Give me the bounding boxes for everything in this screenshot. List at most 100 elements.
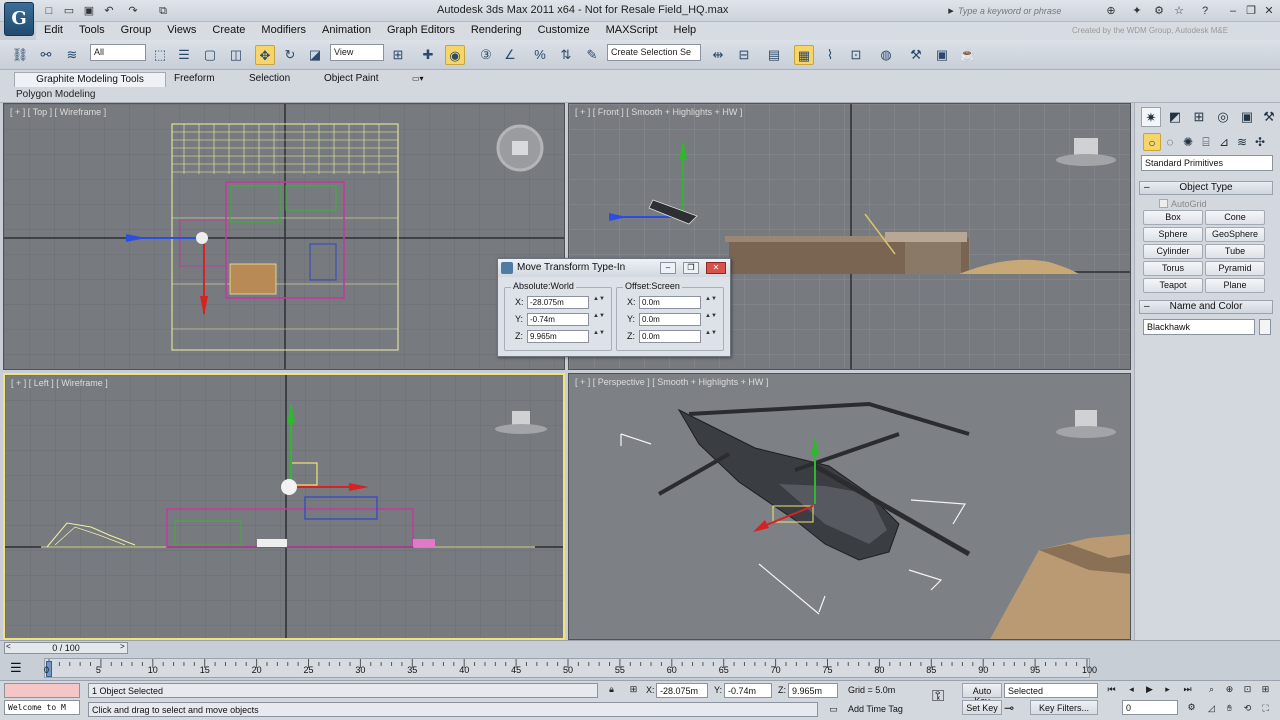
menu-group[interactable]: Group xyxy=(113,22,160,36)
menu-edit[interactable]: Edit xyxy=(36,22,71,36)
close-icon[interactable]: ✕ xyxy=(1262,4,1276,18)
select-object-icon[interactable]: ⬚ xyxy=(150,45,170,65)
menu-create[interactable]: Create xyxy=(204,22,253,36)
box-button[interactable]: Box xyxy=(1143,210,1203,225)
off-z-field[interactable]: 0.0m xyxy=(639,330,701,343)
abs-z-spinner[interactable]: ▲▼ xyxy=(593,330,605,343)
set-key-icon[interactable]: ⊸ xyxy=(1004,701,1014,715)
menu-customize[interactable]: Customize xyxy=(530,22,598,36)
off-y-field[interactable]: 0.0m xyxy=(639,313,701,326)
default-key-icon[interactable]: ⚿ xyxy=(932,688,944,706)
go-to-end-icon[interactable]: ⏭ xyxy=(1180,683,1195,696)
cone-button[interactable]: Cone xyxy=(1205,210,1265,225)
torus-button[interactable]: Torus xyxy=(1143,261,1203,276)
orbit-icon[interactable]: ⟲ xyxy=(1240,702,1255,715)
menu-views[interactable]: Views xyxy=(159,22,204,36)
menu-rendering[interactable]: Rendering xyxy=(463,22,530,36)
zoom-extents-all-icon[interactable]: ⊞ xyxy=(1258,683,1273,696)
menu-graph-editors[interactable]: Graph Editors xyxy=(379,22,463,36)
modify-tab-icon[interactable]: ◩ xyxy=(1165,107,1185,127)
viewport-label-left[interactable]: [ + ] [ Left ] [ Wireframe ] xyxy=(11,378,108,388)
tab-object-paint[interactable]: Object Paint xyxy=(318,72,384,87)
object-name-field[interactable]: Blackhawk xyxy=(1143,319,1255,335)
dialog-close-button[interactable]: ✕ xyxy=(706,262,726,274)
time-slider[interactable]: 0 / 100 xyxy=(4,642,128,654)
communication-center-icon[interactable]: ✦ xyxy=(1130,4,1144,18)
favorites-star-icon[interactable]: ☆ xyxy=(1172,4,1186,18)
lock-selection-icon[interactable]: 🔒︎ xyxy=(604,683,619,696)
select-and-link-icon[interactable]: ⛓ xyxy=(10,45,30,65)
manipulate-icon[interactable]: ✚ xyxy=(418,45,438,65)
search-input[interactable]: Type a keyword or phrase xyxy=(954,4,1094,20)
plane-button[interactable]: Plane xyxy=(1205,278,1265,293)
abs-y-spinner[interactable]: ▲▼ xyxy=(593,313,605,326)
ribbon-panel-label[interactable]: Polygon Modeling xyxy=(16,89,96,100)
off-z-spinner[interactable]: ▲▼ xyxy=(705,330,717,343)
sphere-button[interactable]: Sphere xyxy=(1143,227,1203,242)
autogrid-checkbox[interactable] xyxy=(1159,199,1168,208)
viewport-top[interactable]: [ + ] [ Top ] [ Wireframe ] xyxy=(3,103,565,370)
tab-selection[interactable]: Selection xyxy=(243,72,296,87)
restore-icon[interactable]: ❐ xyxy=(1244,4,1258,18)
pan-icon[interactable]: ✋︎ xyxy=(1222,702,1237,715)
absolute-mode-icon[interactable]: ⊞ xyxy=(626,683,641,696)
abs-y-field[interactable]: -0.74m xyxy=(527,313,589,326)
menu-tools[interactable]: Tools xyxy=(71,22,113,36)
menu-help[interactable]: Help xyxy=(666,22,705,36)
open-file-icon[interactable]: ▭ xyxy=(62,4,76,18)
rectangular-selection-icon[interactable]: ▢ xyxy=(200,45,220,65)
undo-icon[interactable]: ↶ xyxy=(102,4,116,18)
graphite-toggle-icon[interactable]: ▦ xyxy=(794,45,814,65)
viewport-left[interactable]: [ + ] [ Left ] [ Wireframe ] xyxy=(3,373,565,640)
selection-filter-dropdown[interactable]: All xyxy=(90,44,146,61)
window-crossing-icon[interactable]: ◫ xyxy=(226,45,246,65)
cylinder-button[interactable]: Cylinder xyxy=(1143,244,1203,259)
status-z-field[interactable]: 9.965m xyxy=(788,683,838,698)
off-x-spinner[interactable]: ▲▼ xyxy=(705,296,717,309)
menu-maxscript[interactable]: MAXScript xyxy=(598,22,666,36)
name-and-color-rollout[interactable]: – Name and Color xyxy=(1139,300,1273,314)
maxscript-listener[interactable]: Welcome to M xyxy=(4,700,80,715)
subscription-icon[interactable]: ⚙ xyxy=(1152,4,1166,18)
off-y-spinner[interactable]: ▲▼ xyxy=(705,313,717,326)
help-icon[interactable]: ? xyxy=(1198,4,1212,18)
status-y-field[interactable]: -0.74m xyxy=(724,683,772,698)
abs-z-field[interactable]: 9.965m xyxy=(527,330,589,343)
space-warps-icon[interactable]: ≋ xyxy=(1233,133,1251,151)
curve-editor-icon[interactable]: ⌇ xyxy=(820,45,840,65)
hierarchy-tab-icon[interactable]: ⊞ xyxy=(1189,107,1209,127)
minimize-icon[interactable]: – xyxy=(1226,4,1240,18)
create-tab-icon[interactable]: ✷ xyxy=(1141,107,1161,127)
tube-button[interactable]: Tube xyxy=(1205,244,1265,259)
current-frame-field[interactable]: 0 xyxy=(1122,700,1178,715)
cameras-icon[interactable]: ⌸ xyxy=(1197,133,1215,151)
time-tag-icon[interactable]: ▭ xyxy=(826,703,841,716)
display-tab-icon[interactable]: ▣ xyxy=(1237,107,1257,127)
pyramid-button[interactable]: Pyramid xyxy=(1205,261,1265,276)
geometry-icon[interactable]: ○ xyxy=(1143,133,1161,151)
status-x-field[interactable]: -28.075m xyxy=(656,683,708,698)
set-key-button[interactable]: Set Key xyxy=(962,700,1002,715)
key-mode-dropdown[interactable]: Selected xyxy=(1004,683,1098,698)
select-and-scale-icon[interactable]: ◪ xyxy=(305,45,325,65)
geosphere-button[interactable]: GeoSphere xyxy=(1205,227,1265,242)
tab-freeform[interactable]: Freeform xyxy=(168,72,221,87)
render-setup-icon[interactable]: ⚒ xyxy=(906,45,926,65)
dialog-restore-button[interactable]: ❐ xyxy=(683,262,699,274)
unlink-icon[interactable]: ⚯ xyxy=(36,45,56,65)
dialog-minimize-button[interactable]: – xyxy=(660,262,676,274)
object-category-dropdown[interactable]: Standard Primitives xyxy=(1141,155,1273,171)
auto-key-button[interactable]: Auto Key xyxy=(962,683,1002,706)
select-and-rotate-icon[interactable]: ↻ xyxy=(280,45,300,65)
ribbon-options-icon[interactable]: ▭▾ xyxy=(412,74,424,83)
layer-manager-icon[interactable]: ▤ xyxy=(764,45,784,65)
utilities-tab-icon[interactable]: ⚒ xyxy=(1259,107,1279,127)
object-color-swatch[interactable] xyxy=(1259,319,1271,335)
maxscript-mini-listener-pink[interactable] xyxy=(4,683,80,698)
app-logo-button[interactable]: G xyxy=(4,2,34,36)
tab-graphite-modeling-tools[interactable]: Graphite Modeling Tools xyxy=(14,72,166,87)
mini-curve-editor-icon[interactable]: ☰ xyxy=(10,660,22,676)
named-selection-dropdown[interactable]: Create Selection Se xyxy=(607,44,701,61)
new-file-icon[interactable]: □ xyxy=(42,4,56,18)
lights-icon[interactable]: ✺ xyxy=(1179,133,1197,151)
